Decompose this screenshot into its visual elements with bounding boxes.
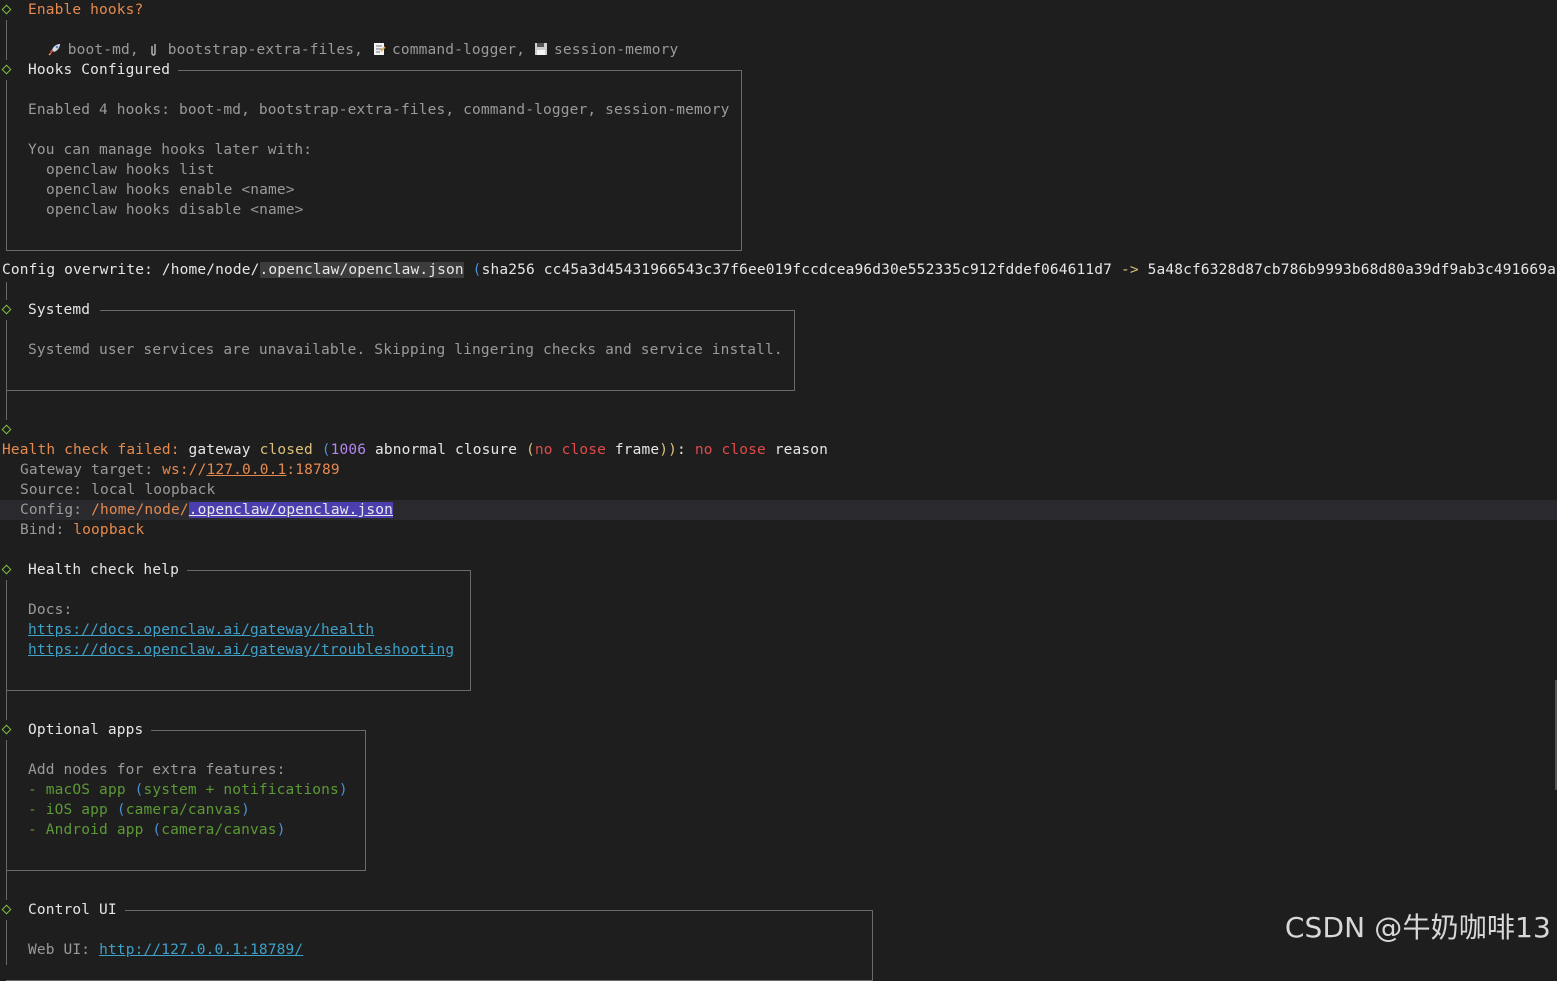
dash: -	[28, 782, 37, 798]
rocket-icon	[48, 44, 60, 56]
docs-label: Docs:	[28, 602, 73, 618]
enable-hooks-prompt: Enable hooks?	[28, 2, 144, 18]
docs-health-link[interactable]: https://docs.openclaw.ai/gateway/health	[28, 620, 374, 640]
config-file-selection[interactable]: .openclaw/openclaw.json	[188, 502, 393, 518]
gutter-line	[6, 282, 7, 300]
hooks-configured-title: Hooks Configured	[28, 62, 171, 78]
bind-line: Bind: loopback	[20, 520, 144, 540]
optional-apps-title: Optional apps	[28, 722, 144, 738]
health-failed-label: Health check failed:	[2, 442, 180, 458]
dash: -	[28, 802, 37, 818]
app-name: macOS app	[45, 782, 126, 798]
control-ui-title: Control UI	[28, 902, 117, 918]
paren: ))	[659, 442, 678, 458]
web-ui-line: Web UI: http://127.0.0.1:18789/	[28, 940, 303, 960]
word: closed	[259, 442, 313, 458]
health-check-failed-line: Health check failed: gateway closed (100…	[2, 440, 828, 460]
hook-item-command-logger: command-logger,	[391, 42, 526, 58]
paren: )	[338, 782, 348, 798]
word: no	[534, 442, 553, 458]
target-port: :18789	[286, 462, 340, 478]
label: Gateway target:	[20, 462, 154, 478]
app-item-ios: - iOS app (camera/canvas)	[28, 800, 250, 820]
colon: :	[677, 442, 686, 458]
word: gateway	[188, 442, 251, 458]
app-name: Android app	[45, 822, 144, 838]
hooks-enabled-line: Enabled 4 hooks: boot-md, bootstrap-extr…	[28, 102, 730, 118]
watermark: CSDN @牛奶咖啡13	[1284, 911, 1551, 944]
hooks-manage-line: You can manage hooks later with:	[28, 142, 313, 158]
paperclip-icon	[151, 44, 156, 56]
close-code: 1006	[330, 442, 367, 458]
label: Config:	[20, 502, 83, 518]
web-ui-link[interactable]: http://127.0.0.1:18789/	[99, 942, 303, 958]
paren: (	[116, 802, 126, 818]
hash-arrow: ->	[1120, 262, 1139, 278]
health-help-title: Health check help	[28, 562, 179, 578]
paren: (	[321, 442, 331, 458]
hook-item-bootstrap-extra-files: bootstrap-extra-files,	[167, 42, 364, 58]
config-path-prefix: /home/node/	[161, 262, 260, 278]
hash-from: cc45a3d45431966543c37f6ee019fccdcea96d30…	[543, 262, 1113, 278]
word: reason	[774, 442, 829, 458]
box-top-border	[100, 310, 795, 311]
label: Bind:	[20, 522, 65, 538]
app-detail: system + notifications	[143, 782, 339, 798]
hook-item-session-memory: session-memory	[554, 42, 679, 58]
paren: (	[526, 442, 535, 458]
config-overwrite-line: Config overwrite: /home/node/.openclaw/o…	[2, 260, 1557, 280]
hooks-command-disable[interactable]: openclaw hooks disable <name>	[46, 200, 304, 220]
app-name: iOS app	[45, 802, 108, 818]
app-item-macos: - macOS app (system + notifications)	[28, 780, 348, 800]
box-top-border	[151, 730, 366, 731]
app-detail: camera/canvas	[161, 822, 277, 838]
config-prefix: /home/node/	[91, 502, 189, 518]
config-path-file[interactable]: .openclaw/openclaw.json	[259, 262, 464, 278]
word: frame	[614, 442, 660, 458]
word: abnormal closure	[375, 442, 518, 458]
hooks-command-enable[interactable]: openclaw hooks enable <name>	[46, 180, 295, 200]
docs-troubleshooting-link[interactable]: https://docs.openclaw.ai/gateway/trouble…	[28, 640, 454, 660]
target-host-link[interactable]: 127.0.0.1	[207, 462, 287, 478]
memo-icon	[373, 43, 386, 55]
word: no	[694, 442, 713, 458]
label: Source:	[20, 482, 83, 498]
optional-apps-intro: Add nodes for extra features:	[28, 762, 286, 778]
gutter-line	[6, 20, 7, 60]
source-line: Source: local loopback	[20, 480, 215, 500]
step-diamond-icon	[1, 4, 12, 15]
target-scheme: ws://	[162, 462, 207, 478]
systemd-title: Systemd	[28, 302, 91, 318]
app-detail: camera/canvas	[125, 802, 242, 818]
gateway-target-line: Gateway target: ws://127.0.0.1:18789	[20, 460, 340, 480]
hooks-command-list[interactable]: openclaw hooks list	[46, 160, 215, 180]
word: close	[721, 442, 766, 458]
app-item-android: - Android app (camera/canvas)	[28, 820, 286, 840]
hash-to: 5a48cf6328d87cb786b9993b68d80a39df9ab3c4…	[1147, 262, 1557, 278]
paren: (	[152, 822, 162, 838]
box-top-border	[125, 910, 873, 911]
paren: )	[241, 802, 251, 818]
config-overwrite-label: Config overwrite:	[2, 262, 153, 278]
paren: )	[276, 822, 286, 838]
hook-item-boot-md: boot-md,	[67, 42, 139, 58]
systemd-message: Systemd user services are unavailable. S…	[28, 342, 783, 358]
hash-label: sha256	[481, 262, 535, 278]
config-line: Config: /home/node/.openclaw/openclaw.js…	[20, 500, 393, 520]
step-diamond-icon	[1, 424, 12, 435]
word: close	[561, 442, 606, 458]
label: Web UI:	[28, 942, 91, 958]
paren: (	[472, 262, 482, 278]
enable-hooks-list[interactable]: boot-md, bootstrap-extra-files, command-…	[30, 20, 678, 58]
floppy-disk-icon	[535, 43, 548, 55]
bind-value: loopback	[73, 522, 145, 538]
box-top-border	[187, 570, 471, 571]
box-top-border	[178, 70, 742, 71]
source-value: local loopback	[91, 482, 216, 498]
dash: -	[28, 822, 37, 838]
